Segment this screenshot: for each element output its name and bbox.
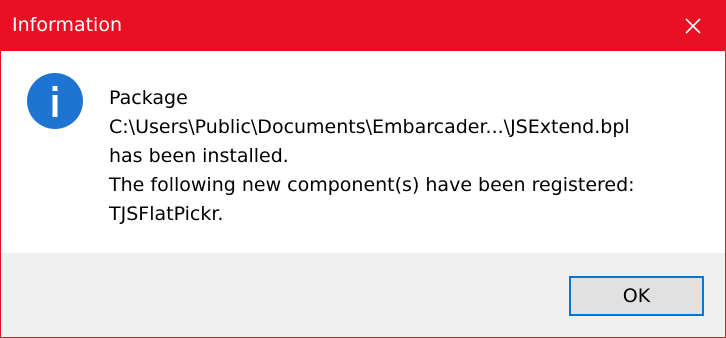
information-dialog: Information Package C:\Users\Public\Docu… <box>0 0 726 338</box>
message-line: has been installed. <box>109 145 289 167</box>
message-line: C:\Users\Public\Documents\Embarcader...\… <box>109 116 630 138</box>
ok-button-label: OK <box>622 285 651 307</box>
message-line: The following new component(s) have been… <box>109 174 635 196</box>
close-button[interactable] <box>661 1 725 51</box>
dialog-content: Package C:\Users\Public\Documents\Embarc… <box>1 51 725 253</box>
message-line: TJSFlatPickr. <box>109 203 224 225</box>
close-icon <box>685 18 701 34</box>
info-icon <box>27 73 83 129</box>
button-bar: OK <box>1 253 725 337</box>
title-bar[interactable]: Information <box>1 1 725 51</box>
message-line: Package <box>109 87 188 109</box>
ok-button[interactable]: OK <box>569 276 704 316</box>
message-text: Package C:\Users\Public\Documents\Embarc… <box>109 84 635 229</box>
dialog-title: Information <box>12 14 122 36</box>
